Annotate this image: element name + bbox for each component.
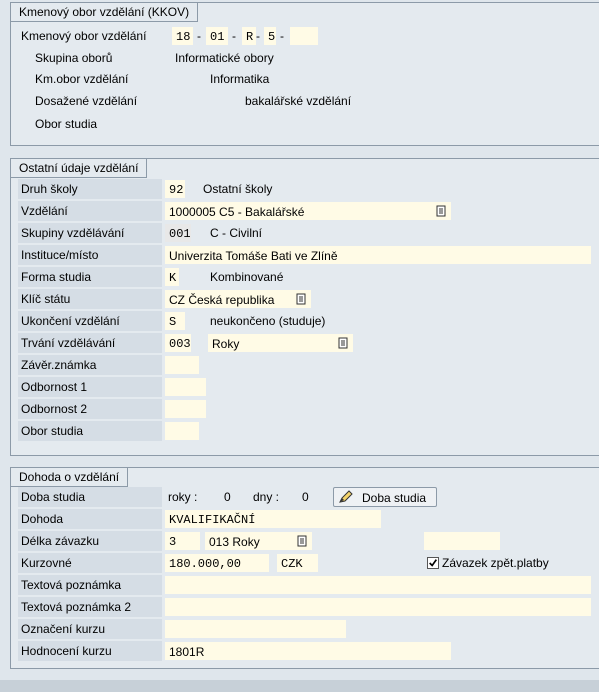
roky-value: 0 — [224, 490, 231, 504]
druh-skoly-label: Druh školy — [18, 179, 162, 199]
doba-studia-button[interactable]: Doba studia — [333, 487, 437, 507]
odbornost-1-label: Odbornost 1 — [18, 377, 162, 397]
delka-zavazku-label: Délka závazku — [18, 531, 162, 551]
kurzovne-label: Kurzovné — [18, 553, 162, 573]
odbornost-2-field[interactable] — [165, 400, 206, 418]
druh-skoly-text: Ostatní školy — [203, 182, 273, 196]
trvani-label: Trvání vzdělávání — [18, 333, 162, 353]
kkov-code-1-field[interactable]: 18 — [172, 27, 193, 45]
hodnoceni-kurzu-label: Hodnocení kurzu — [18, 641, 162, 661]
hodnoceni-kurzu-field[interactable]: 1801R — [165, 642, 451, 660]
dny-value: 0 — [302, 490, 309, 504]
dosazene-vzdelani-value: bakalářské vzdělání — [245, 94, 352, 108]
kkov-dash-2: - — [232, 29, 236, 43]
delka-zavazku-unit-value: 013 Roky — [209, 535, 260, 549]
kurzovne-currency-field[interactable]: CZK — [277, 554, 318, 572]
delka-zavazku-extra-field[interactable] — [424, 532, 500, 550]
ostatni-obor-studia-label: Obor studia — [18, 421, 162, 441]
skupina-oboru-label: Skupina oborů — [35, 51, 113, 65]
textova-poznamka-2-field[interactable] — [165, 598, 591, 616]
dosazene-vzdelani-label: Dosažené vzdělání — [35, 94, 138, 108]
textova-poznamka-label: Textová poznámka — [18, 575, 162, 595]
oznaceni-kurzu-label: Označení kurzu — [18, 619, 162, 639]
trvani-unit-value: Roky — [212, 337, 240, 351]
vzdelani-field[interactable]: 1000005 C5 - Bakalářské — [165, 202, 451, 220]
km-obor-label: Km.obor vzdělání — [35, 72, 129, 86]
kkov-dash-4: - — [280, 29, 284, 43]
f4-help-icon[interactable] — [338, 337, 348, 349]
kkov-code-3-field[interactable]: R — [242, 27, 256, 45]
odbornost-1-field[interactable] — [165, 378, 206, 396]
bottom-bar — [0, 680, 599, 692]
kkov-label: Kmenový obor vzdělání — [21, 29, 147, 43]
ukonceni-field[interactable]: S — [165, 312, 185, 330]
kkov-code-2-field[interactable]: 01 — [206, 27, 228, 45]
kkov-group-title: Kmenový obor vzdělání (KKOV) — [11, 3, 199, 22]
trvani-field[interactable]: 003 — [165, 334, 191, 352]
pencil-icon — [339, 490, 353, 503]
druh-skoly-field[interactable]: 92 — [165, 180, 185, 198]
textova-poznamka-field[interactable] — [165, 576, 591, 594]
skupiny-vzdelavani-field[interactable]: 001 — [165, 224, 191, 242]
skupiny-vzdelavani-text: C - Civilní — [210, 226, 263, 240]
forma-studia-field[interactable]: K — [165, 268, 179, 286]
dohoda-group-title: Dohoda o vzdělání — [11, 468, 129, 487]
vzdelani-label: Vzdělání — [18, 201, 162, 221]
textova-poznamka-2-label: Textová poznámka 2 — [18, 597, 162, 617]
forma-studia-label: Forma studia — [18, 267, 162, 287]
skupina-oboru-value: Informatické obory — [175, 51, 274, 65]
ukonceni-text: neukončeno (studuje) — [210, 314, 326, 328]
kkov-code-5-field[interactable] — [290, 27, 318, 45]
f4-help-icon[interactable] — [436, 205, 446, 217]
instituce-field[interactable]: Univerzita Tomáše Bati ve Zlíně — [165, 246, 591, 264]
ostatni-obor-studia-field[interactable] — [165, 422, 199, 440]
kkov-code-4-field[interactable]: 5 — [264, 27, 276, 45]
f4-help-icon[interactable] — [296, 293, 306, 305]
kurzovne-field[interactable]: 180.000,00 — [165, 554, 269, 572]
vzdelani-value: 1000005 C5 - Bakalářské — [169, 205, 305, 219]
klic-statu-value: CZ Česká republika — [169, 293, 275, 307]
oznaceni-kurzu-field[interactable] — [165, 620, 346, 638]
dny-label: dny : — [253, 490, 280, 504]
instituce-label: Instituce/místo — [18, 245, 162, 265]
trvani-unit-field[interactable]: Roky — [208, 334, 353, 352]
zaver-znamka-field[interactable] — [165, 356, 199, 374]
kkov-dash-3: - — [256, 29, 260, 43]
zavazek-label: Závazek zpět.platby — [442, 556, 549, 570]
delka-zavazku-unit-field[interactable]: 013 Roky — [205, 532, 312, 550]
forma-studia-text: Kombinované — [210, 270, 284, 284]
km-obor-value: Informatika — [210, 72, 270, 86]
zavazek-checkbox[interactable] — [427, 557, 439, 569]
roky-label: roky : — [168, 490, 198, 504]
checkmark-icon — [429, 559, 438, 567]
dohoda-label: Dohoda — [18, 509, 162, 529]
doba-studia-button-label: Doba studia — [362, 491, 427, 505]
odbornost-2-label: Odbornost 2 — [18, 399, 162, 419]
ostatni-group-title: Ostatní údaje vzdělání — [11, 159, 148, 178]
kkov-obor-studia-label: Obor studia — [35, 117, 98, 131]
ukonceni-label: Ukončení vzdělání — [18, 311, 162, 331]
klic-statu-label: Klíč státu — [18, 289, 162, 309]
kkov-dash-1: - — [197, 29, 201, 43]
delka-zavazku-field[interactable]: 3 — [165, 532, 200, 550]
dohoda-field[interactable]: KVALIFIKAČNÍ — [165, 510, 381, 528]
klic-statu-field[interactable]: CZ Česká republika — [165, 290, 311, 308]
f4-help-icon[interactable] — [297, 535, 307, 547]
doba-studia-label: Doba studia — [18, 487, 162, 507]
skupiny-vzdelavani-label: Skupiny vzdělávání — [18, 223, 162, 243]
zaver-znamka-label: Závěr.známka — [18, 355, 162, 375]
